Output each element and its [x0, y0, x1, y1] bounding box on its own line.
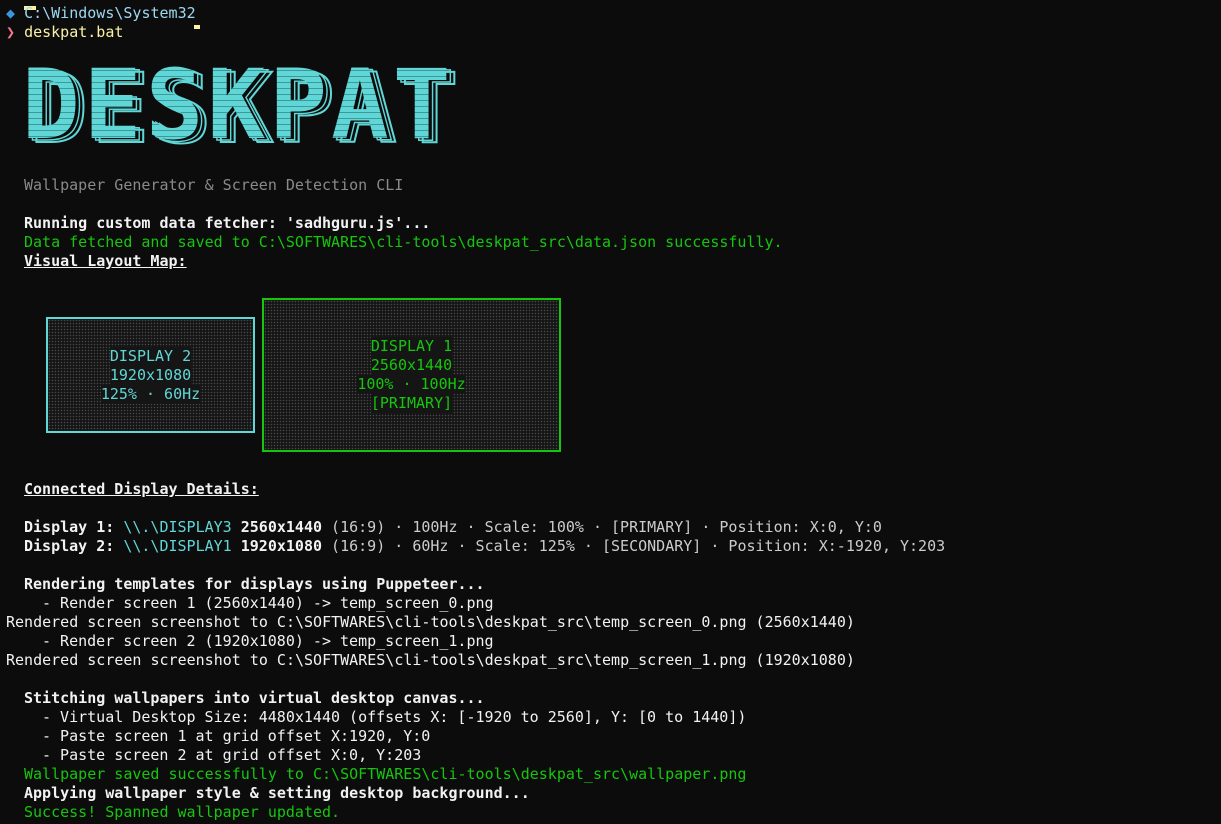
layout-map-heading: Visual Layout Map:: [24, 252, 187, 270]
prompt-chevron-icon: ❯: [6, 23, 16, 41]
display-2-rate: 125% · 60Hz: [100, 384, 201, 404]
display-detail-label: Display 1:: [24, 518, 124, 536]
display-1-name: DISPLAY 1: [370, 337, 453, 356]
fetch-running: Running custom data fetcher: 'sadhguru.j…: [24, 214, 431, 232]
display-detail-device: \\.\DISPLAY1: [123, 537, 232, 555]
details-heading: Connected Display Details:: [24, 480, 259, 498]
prompt-command-line: ❯ deskpat.bat: [6, 23, 123, 42]
stitch-paste-2: - Paste screen 2 at grid offset X:0, Y:2…: [42, 746, 422, 764]
fetch-saved: Data fetched and saved to C:\SOFTWARES\c…: [24, 233, 783, 251]
prompt-path: C:\Windows\System32: [24, 4, 196, 22]
display-2-box: DISPLAY 2 1920x1080 125% · 60Hz: [46, 317, 255, 433]
success-message: Success! Spanned wallpaper updated.: [24, 803, 341, 821]
display-detail-res: 2560x1440: [240, 518, 323, 536]
prompt-path-line: ◆ C:\Windows\System32: [6, 4, 196, 23]
render-heading: Rendering templates for displays using P…: [24, 575, 485, 593]
prompt-command: deskpat.bat: [24, 23, 124, 41]
display-detail-res: 1920x1080: [240, 537, 323, 555]
stitch-paste-1: - Paste screen 1 at grid offset X:1920, …: [42, 727, 431, 745]
applying-wallpaper: Applying wallpaper style & setting deskt…: [24, 784, 530, 802]
display-1-box: DISPLAY 1 2560x1440 100% · 100Hz [PRIMAR…: [262, 298, 561, 452]
display-detail-rest: (16:9) · 100Hz · Scale: 100% · [PRIMARY]…: [322, 518, 882, 536]
logo-text: DESKPAT: [22, 58, 455, 161]
render-step-2: - Render screen 2 (1920x1080) -> temp_sc…: [42, 632, 494, 650]
deskpat-logo: DESKPAT DESKPAT DESKPAT: [22, 58, 460, 166]
render-step-1: - Render screen 1 (2560x1440) -> temp_sc…: [42, 594, 494, 612]
display-1-rate: 100% · 100Hz: [357, 375, 466, 394]
render-done-2: Rendered screen screenshot to C:\SOFTWAR…: [6, 651, 855, 669]
display-detail-row: Display 2: \\.\DISPLAY1 1920x1080 (16:9)…: [24, 537, 945, 556]
display-1-resolution: 2560x1440: [370, 356, 453, 375]
stitch-size: - Virtual Desktop Size: 4480x1440 (offse…: [42, 708, 747, 726]
display-detail-label: Display 2:: [24, 537, 124, 555]
display-1-tag: [PRIMARY]: [370, 394, 453, 413]
folder-icon: ◆: [6, 4, 16, 22]
stitch-heading: Stitching wallpapers into virtual deskto…: [24, 689, 485, 707]
render-done-1: Rendered screen screenshot to C:\SOFTWAR…: [6, 613, 855, 631]
display-2-name: DISPLAY 2: [109, 346, 192, 366]
display-detail-rest: (16:9) · 60Hz · Scale: 125% · [SECONDARY…: [322, 537, 946, 555]
display-detail-row: Display 1: \\.\DISPLAY3 2560x1440 (16:9)…: [24, 518, 882, 537]
wallpaper-saved: Wallpaper saved successfully to C:\SOFTW…: [24, 765, 747, 783]
display-2-resolution: 1920x1080: [109, 365, 192, 385]
display-detail-device: \\.\DISPLAY3: [123, 518, 232, 536]
logo-subtitle: Wallpaper Generator & Screen Detection C…: [24, 176, 404, 194]
